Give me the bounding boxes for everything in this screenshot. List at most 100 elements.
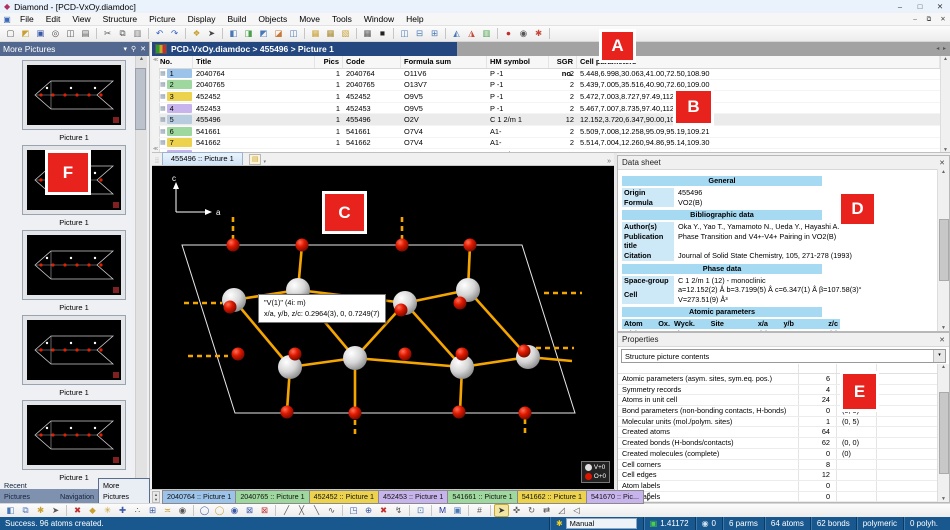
chart3-icon[interactable]: ▥ bbox=[479, 27, 494, 40]
property-row[interactable]: Bond labels0 bbox=[618, 492, 937, 502]
thumbnail-picture[interactable] bbox=[22, 230, 126, 300]
translate-icon[interactable]: ⇄ bbox=[539, 504, 554, 517]
del-red-icon[interactable]: ✖ bbox=[376, 504, 391, 517]
diamond2-icon[interactable]: ◆ bbox=[85, 504, 100, 517]
tab-455496-picture-1[interactable]: 455496 :: Picture 1 bbox=[162, 152, 243, 165]
table-row[interactable]: ▦75416621541662O7V4A1-25.514,7.004,12.26… bbox=[159, 138, 940, 150]
paste-icon[interactable]: ▥ bbox=[130, 27, 145, 40]
m-icon[interactable]: M bbox=[435, 504, 450, 517]
child-minimize-icon[interactable]: – bbox=[908, 13, 922, 26]
pointer-icon[interactable]: ➤ bbox=[204, 27, 219, 40]
tools2-icon[interactable]: ✱ bbox=[33, 504, 48, 517]
mol-icon[interactable]: ∴ bbox=[130, 504, 145, 517]
properties-scrollbar[interactable]: ▲ ▼ bbox=[937, 364, 949, 502]
child-close-icon[interactable]: ✕ bbox=[936, 13, 950, 26]
atom-add-icon[interactable]: ✚ bbox=[115, 504, 130, 517]
menu-edit[interactable]: Edit bbox=[40, 13, 67, 26]
menu-picture[interactable]: Picture bbox=[143, 13, 181, 26]
copy-icon[interactable]: ⧉ bbox=[115, 27, 130, 40]
atoms-icon[interactable]: ✳ bbox=[100, 504, 115, 517]
circ1-icon[interactable]: ◯ bbox=[197, 504, 212, 517]
scroll-up-icon[interactable]: ▲ bbox=[139, 56, 144, 62]
tbl-open-icon[interactable]: ▦ bbox=[323, 27, 338, 40]
close-icon[interactable]: ✕ bbox=[930, 0, 950, 13]
tab-grip[interactable]: ⁞⁞ bbox=[152, 158, 162, 165]
scroll-down-icon[interactable]: ▼ bbox=[943, 147, 948, 153]
minimize-icon[interactable]: – bbox=[890, 0, 910, 13]
menu-structure[interactable]: Structure bbox=[97, 13, 144, 26]
redo-icon[interactable]: ↷ bbox=[167, 27, 182, 40]
close-icon[interactable]: ✕ bbox=[939, 336, 945, 344]
property-row[interactable]: Created molecules (complete)0(0) bbox=[618, 449, 937, 460]
chart2-icon[interactable]: ◮ bbox=[464, 27, 479, 40]
undo-icon[interactable]: ↶ bbox=[152, 27, 167, 40]
menu-file[interactable]: File bbox=[14, 13, 40, 26]
pin-icon[interactable]: ⚲ bbox=[131, 45, 136, 53]
bond1-icon[interactable]: ╱ bbox=[279, 504, 294, 517]
picture-tab[interactable]: 2040764 :: Picture 1 bbox=[162, 490, 236, 504]
chart1-icon[interactable]: ◭ bbox=[449, 27, 464, 40]
col-pics[interactable]: Pics bbox=[315, 56, 343, 68]
scrollbar-thumb[interactable] bbox=[939, 219, 949, 281]
bond-grp-icon[interactable]: ≍ bbox=[160, 504, 175, 517]
more-pictures-header[interactable]: More Pictures ▾ ⚲ ✕ bbox=[0, 42, 149, 56]
scroll-up-icon[interactable]: ▲ bbox=[941, 364, 946, 370]
axes-icon[interactable]: ⊕ bbox=[361, 504, 376, 517]
more-tabs-icon[interactable]: » bbox=[607, 158, 611, 165]
tab-spin-control[interactable]: ▲▼ bbox=[152, 491, 160, 503]
data-sheet-title-bar[interactable]: Data sheet ✕ bbox=[618, 156, 949, 170]
gridsm-icon[interactable]: # bbox=[472, 504, 487, 517]
menu-window[interactable]: Window bbox=[358, 13, 400, 26]
picture-tab[interactable]: 2040765 :: Picture 1 bbox=[236, 490, 309, 504]
scroll-up-icon[interactable]: ▲ bbox=[943, 56, 948, 62]
print-icon[interactable]: ▤ bbox=[78, 27, 93, 40]
sel-icon[interactable]: ➤ bbox=[494, 504, 509, 517]
scroll-up-icon[interactable]: ▲ bbox=[941, 169, 946, 175]
move-icon[interactable]: ✜ bbox=[509, 504, 524, 517]
new-icon[interactable]: ▢ bbox=[3, 27, 18, 40]
col-hm[interactable]: HM symbol bbox=[487, 56, 549, 68]
pic2-icon[interactable]: ◨ bbox=[241, 27, 256, 40]
del-x-icon[interactable]: ✖ bbox=[70, 504, 85, 517]
chevron-down-icon[interactable]: ▾ bbox=[933, 350, 945, 362]
property-row[interactable]: Symmetry records4 bbox=[618, 385, 937, 396]
table-row[interactable]: ▦34524521452452O9V5P -125.472,7.003,8.72… bbox=[159, 91, 940, 103]
breadcrumb[interactable]: PCD-VxOy.diamdoc > 455496 > Picture 1 bbox=[152, 42, 457, 56]
property-row[interactable]: Cell corners8 bbox=[618, 460, 937, 471]
win1-icon[interactable]: ◫ bbox=[397, 27, 412, 40]
export-icon[interactable]: ➤ bbox=[48, 504, 63, 517]
property-row[interactable]: Bond parameters (non-bonding contacts, H… bbox=[618, 406, 937, 417]
table-scrollbar[interactable]: ▲ ▼ bbox=[940, 56, 950, 153]
menu-display[interactable]: Display bbox=[182, 13, 222, 26]
bondtool-icon[interactable]: ↯ bbox=[391, 504, 406, 517]
camera2-icon[interactable]: ◉ bbox=[516, 27, 531, 40]
cube2-icon[interactable]: ◳ bbox=[346, 504, 361, 517]
sphere-icon[interactable]: ● bbox=[501, 27, 516, 40]
menu-help[interactable]: Help bbox=[400, 13, 429, 26]
resize-icon[interactable]: ◿ bbox=[554, 504, 569, 517]
new-picture-icon[interactable]: ▤ bbox=[249, 154, 262, 165]
grid-icon[interactable]: ▦ bbox=[360, 27, 375, 40]
property-row[interactable]: Created atoms64 bbox=[618, 427, 937, 438]
data-sheet-scrollbar[interactable]: ▲ ▼ bbox=[937, 169, 949, 331]
pic3-icon[interactable]: ◩ bbox=[256, 27, 271, 40]
menu-build[interactable]: Build bbox=[221, 13, 252, 26]
lattice-icon[interactable]: ⊞ bbox=[145, 504, 160, 517]
screen-icon[interactable]: ■ bbox=[375, 27, 390, 40]
thumbnail-picture[interactable] bbox=[22, 400, 126, 470]
win3-icon[interactable]: ⊞ bbox=[427, 27, 442, 40]
cut-icon[interactable]: ✂ bbox=[100, 27, 115, 40]
picdd-icon[interactable]: ⊡ bbox=[413, 504, 428, 517]
tab-scroll-icons[interactable]: ◂ ▸ bbox=[936, 45, 947, 52]
spheres-icon[interactable]: ◉ bbox=[227, 504, 242, 517]
col-sgr[interactable]: SGR no. bbox=[549, 56, 577, 68]
rotate-icon[interactable]: ↻ bbox=[524, 504, 539, 517]
pan-icon[interactable]: ❖ bbox=[189, 27, 204, 40]
bond2-icon[interactable]: ╳ bbox=[294, 504, 309, 517]
thumbnail-picture[interactable] bbox=[22, 60, 126, 130]
properties-title-bar[interactable]: Properties ✕ bbox=[618, 333, 949, 347]
property-row[interactable]: Atomic parameters (asym. sites, sym.eq. … bbox=[618, 374, 937, 385]
table-row[interactable]: ▦1204076412040764O11V6P -125.448,6.998,3… bbox=[159, 68, 940, 80]
close-icon[interactable]: ✕ bbox=[939, 159, 945, 167]
gutter-top-icon[interactable]: ≪ bbox=[153, 57, 158, 63]
